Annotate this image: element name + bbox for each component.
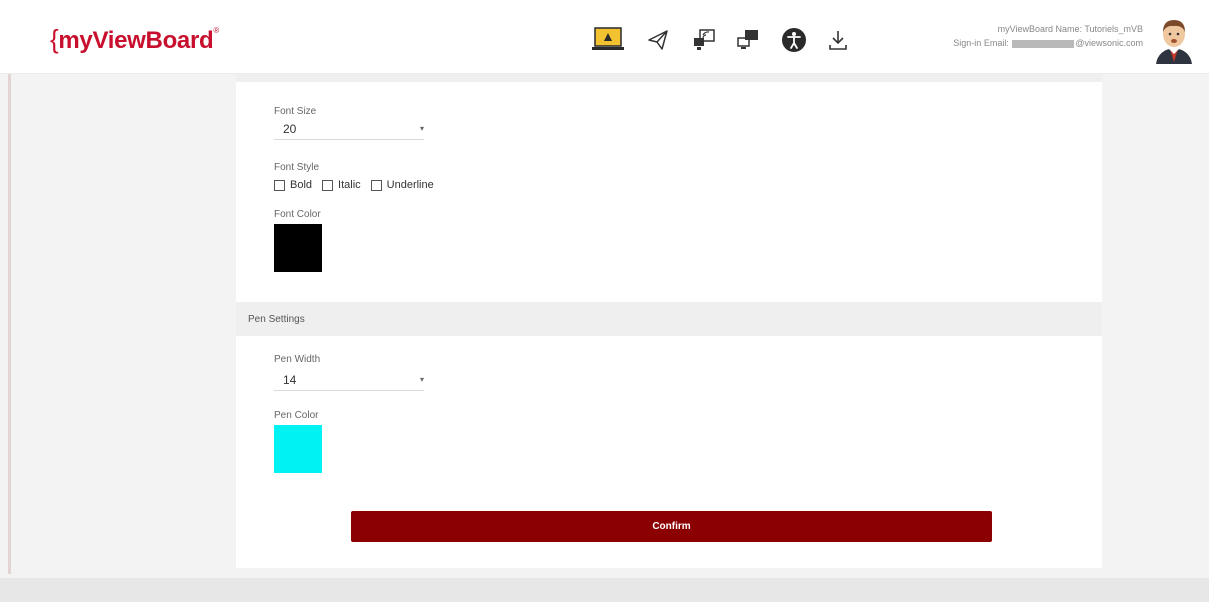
font-size-select[interactable]: 20 ▾	[274, 118, 424, 140]
font-color-label: Font Color	[274, 209, 321, 220]
accessibility-icon[interactable]	[776, 22, 812, 58]
pen-width-select[interactable]: 14 ▾	[274, 369, 424, 391]
pen-color-swatch[interactable]	[274, 425, 322, 473]
underline-option[interactable]: Underline	[370, 179, 434, 191]
user-name: myViewBoard Name: Tutoriels_mVB	[997, 24, 1143, 34]
app-header: {myViewBoard® myViewBoard Name: Tutoriel…	[0, 0, 1209, 74]
user-email: Sign-in Email: @viewsonic.com	[953, 38, 1143, 48]
user-info: myViewBoard Name: Tutoriels_mVB Sign-in …	[953, 22, 1143, 50]
left-edge	[8, 74, 11, 574]
font-color-swatch[interactable]	[274, 224, 322, 272]
font-style-label: Font Style	[274, 162, 320, 173]
font-size-label: Font Size	[274, 106, 317, 117]
text-settings-header	[236, 74, 1102, 82]
bold-checkbox[interactable]	[274, 179, 285, 191]
settings-panel: Font Size 20 ▾ Font Style Bold Italic Un…	[236, 74, 1102, 568]
chevron-down-icon: ▾	[419, 375, 424, 384]
pen-width-label: Pen Width	[274, 354, 321, 365]
whiteboard-icon[interactable]	[590, 22, 626, 58]
myviewboard-logo[interactable]: {myViewBoard®	[50, 24, 219, 55]
avatar[interactable]	[1150, 12, 1198, 64]
underline-checkbox[interactable]	[370, 179, 382, 191]
italic-checkbox[interactable]	[322, 179, 334, 191]
devices-icon[interactable]	[730, 22, 766, 58]
download-icon[interactable]	[820, 22, 856, 58]
chevron-down-icon: ▾	[419, 124, 424, 133]
send-icon[interactable]	[640, 22, 676, 58]
bold-option[interactable]: Bold	[274, 179, 312, 191]
masked-email	[1012, 39, 1075, 48]
pen-settings-header: Pen Settings	[236, 302, 1102, 336]
font-style-options: Bold Italic Underline	[274, 178, 444, 192]
italic-option[interactable]: Italic	[322, 179, 361, 191]
cast-icon[interactable]	[686, 22, 722, 58]
page-footer-band	[0, 578, 1209, 602]
pen-color-label: Pen Color	[274, 410, 319, 421]
confirm-button[interactable]: Confirm	[351, 511, 992, 542]
pen-settings-title: Pen Settings	[248, 314, 305, 325]
